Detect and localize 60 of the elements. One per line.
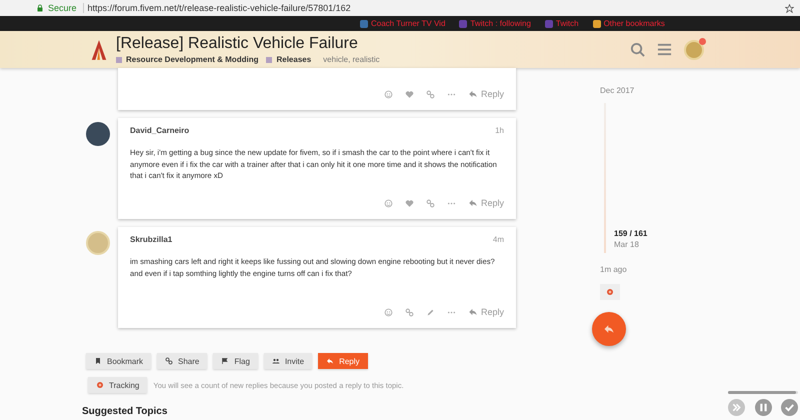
post-date: Mar 18	[614, 240, 640, 249]
bookmark-link[interactable]: Other bookmarks	[592, 19, 665, 28]
tracking-button[interactable]: Tracking	[88, 377, 148, 393]
heart-icon[interactable]	[404, 198, 414, 208]
topic-title[interactable]: [Release] Realistic Vehicle Failure	[116, 35, 622, 53]
category-link[interactable]: Resource Development & Modding	[126, 55, 258, 64]
skip-icon[interactable]	[728, 399, 745, 416]
address-field[interactable]: https://forum.fivem.net/t/release-realistic-vehicle-failure/57801/162	[88, 3, 781, 13]
smiley-icon[interactable]	[384, 308, 393, 316]
reply-icon	[326, 357, 334, 365]
user-avatar[interactable]	[86, 122, 110, 146]
post-position: 159 / 161	[614, 229, 648, 238]
progress-bar[interactable]	[728, 391, 798, 394]
reply-button[interactable]: Reply	[468, 89, 504, 99]
topic-button[interactable]: Share	[157, 353, 208, 369]
pencil-icon[interactable]	[426, 308, 435, 316]
timeline-scrollbar[interactable]	[604, 103, 606, 253]
smiley-icon[interactable]	[384, 90, 393, 98]
flag-icon	[221, 357, 230, 365]
bookmark-link[interactable]: Coach Turner TV Vid	[360, 19, 446, 28]
reply-icon	[468, 198, 478, 208]
secure-label: Secure	[48, 3, 84, 13]
timeline-start-date[interactable]: Dec 2017	[600, 86, 634, 95]
username[interactable]: David_Carneiro	[130, 126, 190, 135]
tracking-icon	[96, 381, 104, 389]
post-time[interactable]: 1h	[495, 126, 504, 135]
link-icon[interactable]	[426, 90, 435, 98]
reply-button[interactable]	[592, 312, 626, 346]
link-icon[interactable]	[426, 198, 435, 208]
users-icon	[272, 357, 280, 365]
pause-icon[interactable]	[754, 399, 772, 416]
topic-button[interactable]: Reply	[318, 353, 368, 369]
reply-button[interactable]: Reply	[468, 307, 504, 317]
link-icon	[165, 357, 174, 365]
check-icon[interactable]	[781, 399, 798, 416]
search-icon	[630, 42, 645, 57]
bookmark-icon	[94, 357, 102, 365]
reply-icon	[468, 89, 478, 99]
bookmark-link[interactable]: Twitch	[544, 19, 579, 28]
menu-icon	[657, 42, 672, 57]
tracking-icon	[606, 288, 614, 296]
notification-button[interactable]	[600, 284, 620, 300]
category-link[interactable]: Releases	[276, 55, 312, 64]
star-icon	[785, 4, 794, 12]
lock-icon	[36, 4, 44, 12]
topic-button[interactable]: Flag	[213, 353, 258, 369]
section-heading: Suggested Topics	[82, 406, 168, 417]
reply-button[interactable]: Reply	[468, 198, 504, 208]
reply-icon	[468, 307, 478, 317]
topic-button[interactable]: Bookmark	[86, 353, 152, 369]
last-activity[interactable]: 1m ago	[600, 265, 627, 274]
reply-icon	[603, 323, 615, 335]
post-time[interactable]: 4m	[492, 235, 504, 244]
topic-button[interactable]: Invite	[264, 353, 312, 369]
smiley-icon[interactable]	[384, 198, 393, 208]
heart-icon[interactable]	[404, 90, 414, 98]
link-icon[interactable]	[404, 308, 414, 316]
username[interactable]: Skrubzilla1	[130, 235, 172, 244]
bookmark-link[interactable]: Twitch : following	[459, 19, 531, 28]
topic-tags[interactable]: vehicle, realistic	[323, 55, 380, 64]
